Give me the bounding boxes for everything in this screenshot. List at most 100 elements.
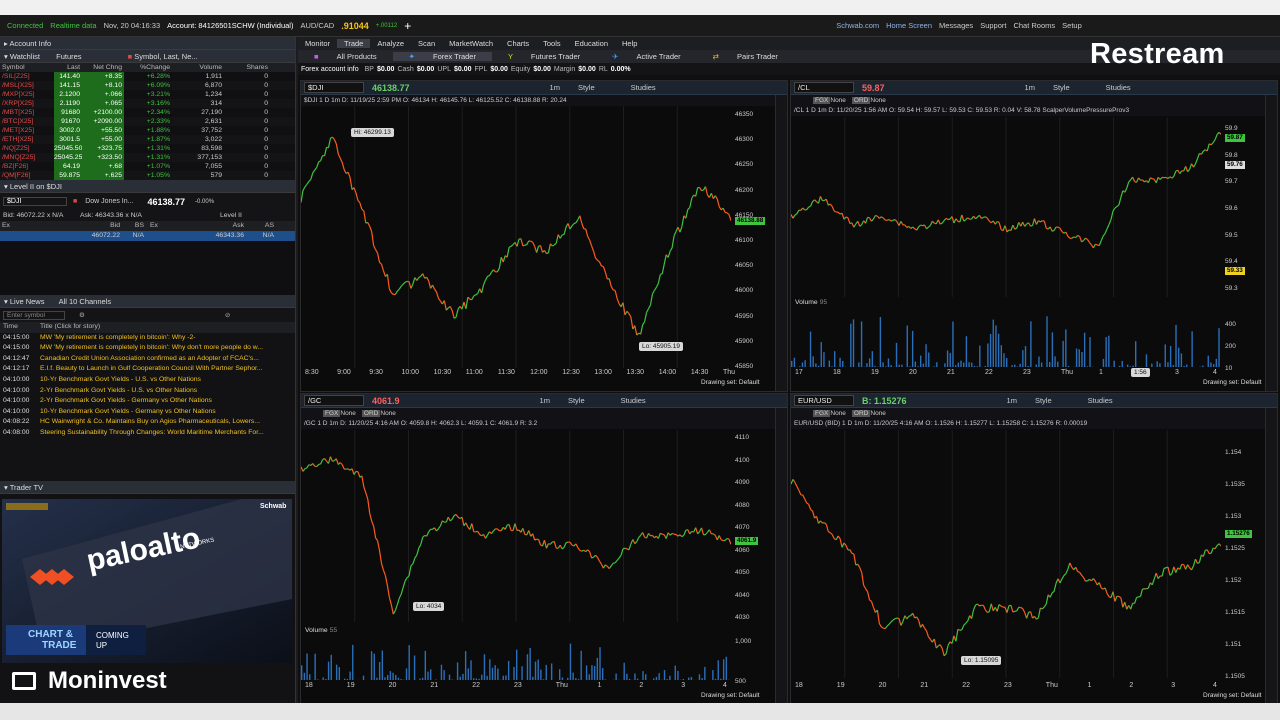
chart-dji-plot[interactable] xyxy=(301,106,731,368)
news-item[interactable]: 04:15:00 MW 'My retirement is completely … xyxy=(0,343,295,354)
col-symbol[interactable]: Symbol xyxy=(0,63,54,72)
news-item[interactable]: 04:12:17 E.I.f. Beauty to Launch in Gulf … xyxy=(0,364,295,375)
chart-eurusd-sidebar[interactable] xyxy=(1265,408,1277,704)
watchlist-row[interactable]: /MXP[X25] 2.1200 +.066 +3.21% 1,234 0 xyxy=(0,90,295,99)
subtab-forex-trader[interactable]: ✦ Forex Trader xyxy=(392,52,492,61)
news-symbol-input[interactable]: Enter symbol xyxy=(3,310,65,320)
news-tab-channels[interactable]: All 10 Channels xyxy=(59,297,112,306)
subtab-futures-trader[interactable]: Y Futures Trader xyxy=(492,52,596,61)
chart-gc-ord[interactable]: ORD xyxy=(361,409,381,417)
chart-gc-symbol[interactable]: /GC xyxy=(304,395,364,406)
chart-cl-ord[interactable]: ORD xyxy=(851,96,871,104)
chart-cl-sidebar[interactable] xyxy=(1265,95,1277,391)
chart-cl-drawing-set[interactable]: Drawing set: Default xyxy=(1203,379,1262,386)
watchlist-row[interactable]: /BZ[F26] 64.19 +.68 +1.07% 7,055 0 xyxy=(0,162,295,171)
watchlist-row[interactable]: /NQ[Z25] 25045.50 +323.75 +1.31% 83,598 0 xyxy=(0,144,295,153)
tab-trade[interactable]: Trade xyxy=(337,39,371,48)
news-item[interactable]: 04:12:47 Canadian Credit Union Associatio… xyxy=(0,354,295,365)
trader-tv-video[interactable]: Schwab paloalto NETWORKS CHART & TRADE C… xyxy=(2,499,292,663)
news-tab-live[interactable]: Live News xyxy=(10,297,45,306)
watchlist-row[interactable]: /ETH[X25] 3001.5 +55.00 +1.87% 3,022 0 xyxy=(0,135,295,144)
chart-cl[interactable]: /CL 59.87 1m Style Studies FGX None ORD No… xyxy=(790,80,1278,392)
chart-gc-period[interactable]: 1m xyxy=(540,396,550,405)
chart-dji-studies[interactable]: Studies xyxy=(631,83,656,92)
tab-analyze[interactable]: Analyze xyxy=(370,39,411,48)
chart-eurusd-style[interactable]: Style xyxy=(1035,396,1052,405)
chart-dji-symbol[interactable]: $DJI xyxy=(304,82,364,93)
news-item[interactable]: 04:15:00 MW 'My retirement is completely … xyxy=(0,333,295,344)
link-home[interactable]: Home Screen xyxy=(886,21,932,30)
link-chatrooms[interactable]: Chat Rooms xyxy=(1013,21,1055,30)
chart-eurusd-symbol[interactable]: EUR/USD xyxy=(794,395,854,406)
subtab-pairs-trader[interactable]: ⇄ Pairs Trader xyxy=(697,52,794,61)
link-schwab[interactable]: Schwab.com xyxy=(836,21,879,30)
tab-charts[interactable]: Charts xyxy=(500,39,536,48)
account-selector[interactable]: Account: 84126501SCHW (Individual) xyxy=(167,21,293,30)
chart-gc-sidebar[interactable] xyxy=(775,408,787,704)
tab-monitor[interactable]: Monitor xyxy=(298,39,337,48)
tab-help[interactable]: Help xyxy=(615,39,644,48)
col-netchng[interactable]: Net Chng xyxy=(82,63,124,72)
chart-eurusd-none2[interactable]: None xyxy=(870,410,886,417)
chart-eurusd-drawing-set[interactable]: Drawing set: Default xyxy=(1203,692,1262,699)
chart-cl-fgx[interactable]: FGX xyxy=(813,96,831,104)
chart-gc-plot[interactable] xyxy=(301,430,731,622)
col-shares[interactable]: Shares xyxy=(224,63,276,72)
news-item[interactable]: 04:08:22 HC Wainwright & Co. Maintains Bu… xyxy=(0,417,295,428)
subtab-active-trader[interactable]: ✈ Active Trader xyxy=(596,52,697,61)
chart-dji-period[interactable]: 1m xyxy=(550,83,560,92)
chart-eurusd[interactable]: EUR/USD B: 1.15276 1m Style Studies FGX N… xyxy=(790,393,1278,705)
chart-gc-style[interactable]: Style xyxy=(568,396,585,405)
chart-gc-fgx[interactable]: FGX xyxy=(323,409,341,417)
subtab-all-products[interactable]: ■ All Products xyxy=(298,52,393,61)
news-item[interactable]: 04:10:00 10-Yr Benchmark Govt Yields - U.… xyxy=(0,375,295,386)
fx-symbol[interactable]: AUD/CAD xyxy=(300,21,334,30)
news-item[interactable]: 04:10:00 2-Yr Benchmark Govt Yields - Ger… xyxy=(0,396,295,407)
link-setup[interactable]: Setup xyxy=(1062,21,1082,30)
chart-cl-period[interactable]: 1m xyxy=(1025,83,1035,92)
chart-eurusd-period[interactable]: 1m xyxy=(1007,396,1017,405)
chart-dji[interactable]: $DJI 46138.77 1m Style Studies $DJI 1 D … xyxy=(300,80,788,392)
tab-tools[interactable]: Tools xyxy=(536,39,568,48)
gear-icon[interactable]: ⚙ xyxy=(79,311,85,319)
symbol-search[interactable]: Symbol, Last, Ne... xyxy=(134,52,197,61)
watchlist-row[interactable]: /XRP[X25] 2.1190 +.065 +3.16% 314 0 xyxy=(0,99,295,108)
tab-education[interactable]: Education xyxy=(568,39,615,48)
chart-gc-drawing-set[interactable]: Drawing set: Default xyxy=(701,692,760,699)
watchlist-row[interactable]: /MNQ[Z25] 25045.25 +323.50 +1.31% 377,153 0 xyxy=(0,153,295,162)
watchlist-row[interactable]: /QM[F26] 59.875 +.625 +1.05% 579 0 xyxy=(0,171,295,180)
chart-eurusd-ord[interactable]: ORD xyxy=(851,409,871,417)
chart-gc-none[interactable]: None xyxy=(340,410,356,417)
link-messages[interactable]: Messages xyxy=(939,21,973,30)
watchlist-row[interactable]: /MET[X25] 3002.0 +55.50 +1.88% 37,752 0 xyxy=(0,126,295,135)
chart-dji-style[interactable]: Style xyxy=(578,83,595,92)
chart-cl-none[interactable]: None xyxy=(830,97,846,104)
chart-eurusd-none[interactable]: None xyxy=(830,410,846,417)
news-item[interactable]: 04:08:00 Steering Sustainability Through … xyxy=(0,428,295,439)
news-item[interactable]: 04:10:00 10-Yr Benchmark Govt Yields - Ge… xyxy=(0,407,295,418)
chart-cl-none2[interactable]: None xyxy=(870,97,886,104)
col-pctchange[interactable]: %Change xyxy=(124,63,172,72)
chart-cl-studies[interactable]: Studies xyxy=(1106,83,1131,92)
watchlist-selector[interactable]: Futures xyxy=(56,52,81,61)
account-info-header[interactable]: ▸ Account Info xyxy=(0,37,295,50)
chart-dji-sidebar[interactable] xyxy=(775,95,787,391)
tab-marketwatch[interactable]: MarketWatch xyxy=(442,39,500,48)
link-support[interactable]: Support xyxy=(980,21,1006,30)
chart-eurusd-studies[interactable]: Studies xyxy=(1088,396,1113,405)
watchlist-row[interactable]: /BTC[X25] 91670 +2090.00 +2.33% 2,631 0 xyxy=(0,117,295,126)
chart-cl-plot[interactable] xyxy=(791,117,1221,297)
watchlist-row[interactable]: /MSL[X25] 141.15 +8.10 +6.09% 6,870 0 xyxy=(0,81,295,90)
col-volume[interactable]: Volume xyxy=(172,63,224,72)
watchlist-row[interactable]: /MBT[X25] 91680 +2100.00 +2.34% 27,190 0 xyxy=(0,108,295,117)
col-last[interactable]: Last xyxy=(54,63,82,72)
watchlist-row[interactable]: /SIL[Z25] 141.40 +8.35 +6.28% 1,911 0 xyxy=(0,72,295,81)
tab-scan[interactable]: Scan xyxy=(411,39,442,48)
chart-dji-drawing-set[interactable]: Drawing set: Default xyxy=(701,379,760,386)
clear-icon[interactable]: ⊘ xyxy=(225,311,230,319)
chart-cl-style[interactable]: Style xyxy=(1053,83,1070,92)
news-item[interactable]: 04:10:00 2-Yr Benchmark Govt Yields - U.S… xyxy=(0,386,295,397)
chart-gc[interactable]: /GC 4061.9 1m Style Studies FGX None ORD N… xyxy=(300,393,788,705)
chart-gc-none2[interactable]: None xyxy=(380,410,396,417)
add-icon[interactable]: + xyxy=(404,19,411,33)
